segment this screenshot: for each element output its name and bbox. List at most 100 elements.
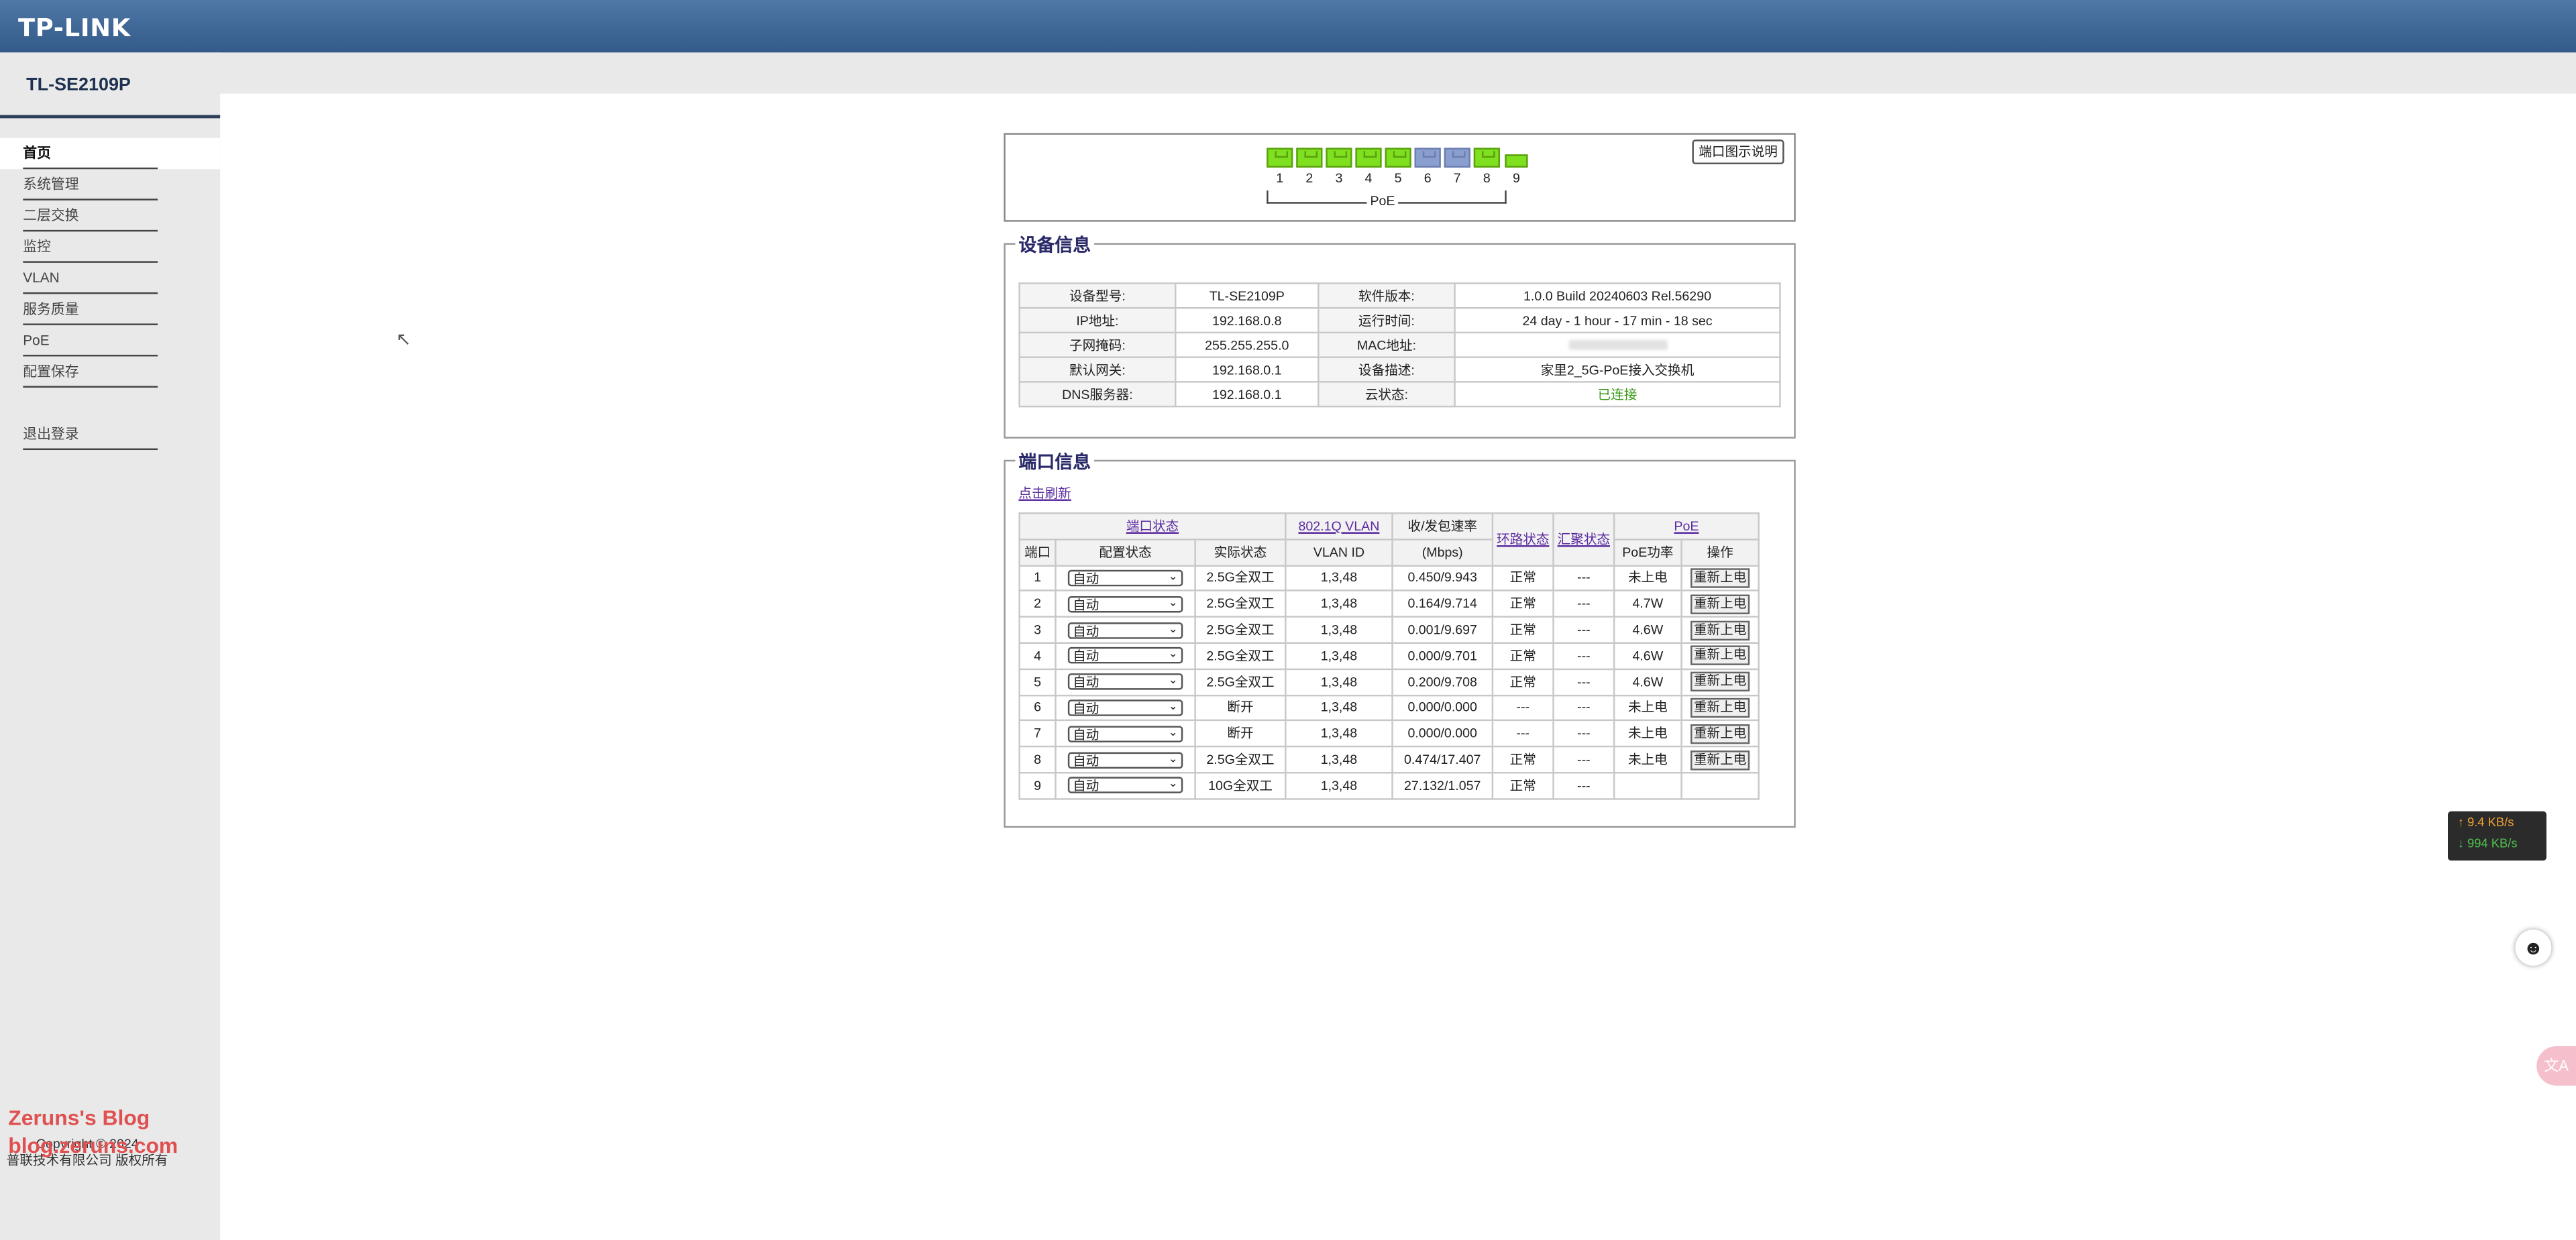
config-status-select[interactable]: 自动 ⌄ — [1067, 751, 1183, 769]
port-number: 7 — [1018, 720, 1057, 748]
vlan-link[interactable]: 802.1Q VLAN — [1298, 519, 1379, 534]
rate: 27.132/1.057 — [1391, 771, 1494, 800]
table-header-row: 端口 配置状态 实际状态 VLAN ID (Mbps) PoE功率 操作 — [1018, 538, 1760, 566]
repower-button[interactable]: 重新上电 — [1690, 750, 1750, 770]
table-row: DNS服务器: 192.168.0.1 云状态: 已连接 — [1018, 381, 1781, 408]
sidebar-item-vlan[interactable]: VLAN — [0, 263, 220, 294]
port-status-link[interactable]: 端口状态 — [1126, 519, 1179, 534]
blog-watermark: Zeruns's Blog blog.zeruns.com — [8, 1104, 178, 1160]
config-status-select[interactable]: 自动 ⌄ — [1067, 777, 1183, 794]
port-icon-8[interactable]: 8 — [1473, 148, 1500, 186]
upload-speed: ↑ 9.4 KB/s — [2457, 814, 2514, 830]
config-status-select[interactable]: 自动 ⌄ — [1067, 673, 1183, 691]
col-action: 操作 — [1680, 538, 1760, 566]
actual-status: 断开 — [1194, 693, 1287, 722]
port-info-title: 端口信息 — [1015, 448, 1095, 475]
config-status-select[interactable]: 自动 ⌄ — [1067, 699, 1183, 716]
port-number: 8 — [1018, 746, 1057, 774]
port-info-table: 端口状态 802.1Q VLAN 收/发包速率 环路状态 汇聚状态 PoE 端口… — [1018, 512, 1760, 800]
value-cloud-status: 已连接 — [1454, 381, 1781, 408]
lag-status: --- — [1552, 693, 1615, 722]
net-speed-widget: ↑ 9.4 KB/s ↓ 994 KB/s — [2448, 811, 2546, 861]
device-model-title: TL-SE2109P — [26, 75, 131, 96]
value-dns: 192.168.0.1 — [1175, 381, 1320, 408]
port-icon-2[interactable]: 2 — [1296, 148, 1323, 186]
refresh-link[interactable]: 点击刷新 — [1018, 484, 1071, 502]
repower-button[interactable]: 重新上电 — [1690, 646, 1750, 666]
vlan-id: 1,3,48 — [1285, 616, 1393, 644]
lag-status: --- — [1552, 746, 1615, 774]
actual-status: 2.5G全双工 — [1194, 616, 1287, 644]
repower-button[interactable]: 重新上电 — [1690, 620, 1750, 640]
port-icon-6[interactable]: 6 — [1414, 148, 1441, 186]
label-subnet-mask: 子网掩码: — [1018, 331, 1177, 358]
sidebar-item-l2-switching[interactable]: 二层交换 — [0, 201, 220, 232]
sidebar-item-system[interactable]: 系统管理 — [0, 169, 220, 201]
config-cell: 自动 ⌄ — [1055, 616, 1196, 644]
port-legend-button[interactable]: 端口图示说明 — [1692, 139, 1784, 164]
chevron-down-icon: ⌄ — [1168, 727, 1178, 739]
config-status-select[interactable]: 自动 ⌄ — [1067, 596, 1183, 612]
label-cloud-status: 云状态: — [1318, 381, 1456, 408]
poe-header: PoE — [1613, 512, 1760, 541]
repower-button[interactable]: 重新上电 — [1690, 594, 1750, 614]
table-row: IP地址: 192.168.0.8 运行时间: 24 day - 1 hour … — [1018, 306, 1781, 334]
config-cell: 自动 ⌄ — [1055, 642, 1196, 670]
port-icon-7[interactable]: 7 — [1444, 148, 1470, 186]
chevron-down-icon: ⌄ — [1168, 649, 1178, 661]
loop-status-link[interactable]: 环路状态 — [1497, 532, 1549, 547]
sidebar-divider — [0, 115, 221, 119]
port-icon-4[interactable]: 4 — [1355, 148, 1382, 186]
repower-button[interactable]: 重新上电 — [1690, 672, 1750, 692]
port-number: 1 — [1018, 564, 1057, 592]
assistant-avatar-icon[interactable]: ☻ — [2515, 929, 2552, 966]
download-speed: ↓ 994 KB/s — [2457, 836, 2518, 851]
port-icon-3[interactable]: 3 — [1326, 148, 1352, 186]
repower-button[interactable]: 重新上电 — [1690, 724, 1750, 744]
config-status-value: 自动 — [1073, 623, 1099, 638]
poe-power: 未上电 — [1613, 746, 1682, 774]
sidebar-item-save-config[interactable]: 配置保存 — [0, 356, 220, 388]
vlan-header: 802.1Q VLAN — [1285, 512, 1393, 541]
port-icon-5[interactable]: 5 — [1385, 148, 1411, 186]
chevron-down-icon: ⌄ — [1168, 623, 1178, 635]
action-cell: 重新上电 — [1680, 590, 1760, 618]
config-status-value: 自动 — [1073, 649, 1099, 665]
port-icon-9-sfp[interactable]: 9 — [1503, 148, 1529, 186]
value-gateway: 192.168.0.1 — [1175, 356, 1320, 383]
sidebar-item-monitor[interactable]: 监控 — [0, 231, 220, 263]
repower-button[interactable]: 重新上电 — [1690, 568, 1750, 588]
translate-icon[interactable]: 文A — [2536, 1046, 2576, 1086]
logout-link[interactable]: 退出登录 — [0, 418, 220, 451]
config-cell: 自动 ⌄ — [1055, 771, 1196, 800]
config-cell: 自动 ⌄ — [1055, 693, 1196, 722]
port-icon-1[interactable]: 1 — [1267, 148, 1293, 186]
lag-header: 汇聚状态 — [1552, 512, 1615, 566]
repower-button[interactable]: 重新上电 — [1690, 697, 1750, 718]
config-status-select[interactable]: 自动 ⌄ — [1067, 647, 1183, 665]
chevron-down-icon: ⌄ — [1168, 597, 1178, 610]
config-status-select[interactable]: 自动 ⌄ — [1067, 569, 1183, 587]
loop-status: 正常 — [1491, 590, 1554, 618]
config-status-select[interactable]: 自动 ⌄ — [1067, 725, 1183, 742]
config-status-select[interactable]: 自动 ⌄ — [1067, 622, 1183, 638]
top-header-bar: TP-LINK — [0, 0, 2576, 53]
port-number: 3 — [1018, 616, 1057, 644]
actual-status: 2.5G全双工 — [1194, 564, 1287, 592]
port-number: 4 — [1018, 642, 1057, 670]
config-status-value: 自动 — [1073, 727, 1099, 742]
lag-status: --- — [1552, 771, 1615, 800]
port-rows: 1 自动 ⌄ 2.5G全双工 1,3,48 0.450/9.943 正常 --- 未上电 重新上电… — [1018, 564, 1760, 800]
config-cell: 自动 ⌄ — [1055, 590, 1196, 618]
lag-status: --- — [1552, 642, 1615, 670]
sidebar-item-qos[interactable]: 服务质量 — [0, 294, 220, 325]
poe-link[interactable]: PoE — [1674, 519, 1699, 534]
sidebar-item-poe[interactable]: PoE — [0, 325, 220, 357]
table-row: 子网掩码: 255.255.255.0 MAC地址: — [1018, 331, 1781, 358]
table-row: 9 自动 ⌄ 10G全双工 1,3,48 27.132/1.057 正常 --- — [1018, 771, 1760, 800]
table-row: 3 自动 ⌄ 2.5G全双工 1,3,48 0.001/9.697 正常 --- 4.6W 重新上… — [1018, 616, 1760, 644]
lag-status-link[interactable]: 汇聚状态 — [1558, 532, 1610, 547]
value-subnet-mask: 255.255.255.0 — [1175, 331, 1320, 358]
table-row: 8 自动 ⌄ 2.5G全双工 1,3,48 0.474/17.407 正常 --- 未上电 重新上… — [1018, 746, 1760, 774]
sidebar-item-home[interactable]: 首页 — [0, 137, 221, 170]
